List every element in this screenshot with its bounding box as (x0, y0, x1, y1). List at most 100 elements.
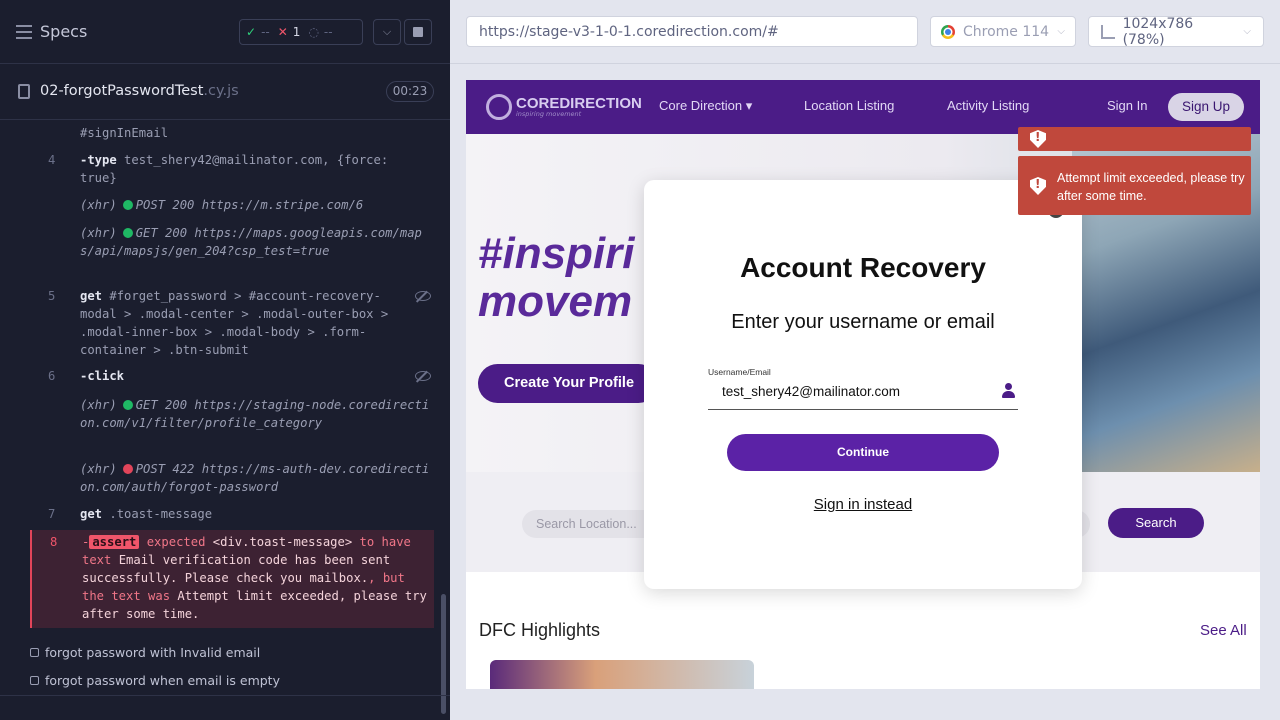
ruler-icon (1101, 24, 1115, 39)
eye-slash-icon (415, 291, 431, 301)
see-all-link[interactable]: See All (1200, 622, 1247, 639)
app-under-test: COREDIRECTION inspiring movement Core Dir… (466, 80, 1260, 689)
nav-location-listing[interactable]: Location Listing (804, 98, 894, 113)
eye-slash-icon (415, 371, 431, 381)
pending-count: -- (323, 25, 333, 39)
pending-icon: ◌ (308, 25, 319, 39)
test-item[interactable]: forgot password with Invalid email (30, 645, 260, 660)
status-dot-icon (122, 228, 133, 238)
browser-selector[interactable]: Chrome 114 ⌵ (930, 16, 1076, 47)
x-icon: ✕ (277, 25, 288, 39)
search-button[interactable]: Search (1108, 508, 1204, 538)
viewport-size: 1024x786 (78%) (1122, 15, 1194, 48)
create-profile-button[interactable]: Create Your Profile (478, 364, 658, 403)
xhr-label: (xhr) (80, 198, 117, 212)
runner-header: Specs ✓ -- ✕ 1 ◌ -- ⌵ (0, 0, 450, 64)
status-dot-icon (122, 200, 133, 210)
browser-name: Chrome 114 (963, 23, 1050, 40)
log-text: - assert expected <div.toast-message> to … (82, 533, 434, 623)
highlight-card[interactable] (490, 660, 754, 689)
xhr-label: (xhr) (80, 398, 117, 412)
check-icon: ✓ (246, 25, 257, 39)
log-line-xhr[interactable]: (xhr) GET 200 https://staging-node.coredi… (30, 396, 434, 450)
aut-url-bar[interactable]: https://stage-v3-1-0-1.coredirection.com… (466, 16, 918, 47)
viewport-selector[interactable]: 1024x786 (78%) ⌵ (1088, 15, 1264, 48)
log-text: -click (80, 367, 432, 385)
specs-title: Specs (40, 22, 88, 41)
modal-subtitle: Enter your username or email (731, 311, 995, 333)
log-line-type[interactable]: 4 -type test_shery42@mailinator.com, {fo… (30, 151, 434, 187)
assert-expected-word: expected (146, 535, 206, 549)
toast-notification[interactable]: Attempt limit exceeded, please try after… (1018, 156, 1251, 215)
log-args: test_shery42@mailinator.com, {force: tru… (80, 153, 389, 185)
log-line-get[interactable]: 5 get #forget_password > #account-recove… (30, 287, 434, 359)
logo-text: COREDIRECTION (516, 94, 642, 112)
hero-title-line1: #inspiri (478, 229, 635, 278)
test-title: forgot password with Invalid email (45, 645, 261, 660)
nav-activity-listing[interactable]: Activity Listing (947, 98, 1029, 113)
collapse-button[interactable]: ⌵ (373, 19, 401, 45)
sign-up-button[interactable]: Sign Up (1168, 93, 1244, 121)
field-label: Username/Email (708, 367, 771, 377)
log-number: 4 (48, 153, 56, 167)
test-item[interactable]: forgot password when email is empty (30, 673, 280, 688)
nav-sign-in[interactable]: Sign In (1107, 98, 1147, 113)
continue-button[interactable]: Continue (727, 434, 999, 471)
user-icon (1002, 383, 1015, 399)
status-dot-icon (122, 464, 133, 474)
log-number: 8 (50, 535, 58, 549)
warning-shield-icon (1030, 130, 1046, 148)
document-icon (18, 84, 30, 99)
xhr-status: GET 200 (135, 226, 188, 240)
log-line-xhr[interactable]: (xhr) GET 200 https://maps.googleapis.com… (30, 224, 434, 278)
xhr-status: POST 422 (135, 462, 195, 476)
stop-button[interactable] (404, 19, 432, 45)
specs-toggle[interactable]: Specs (16, 22, 87, 41)
chevron-down-icon: ⌵ (1243, 26, 1251, 37)
log-number: 5 (48, 289, 56, 303)
test-title: forgot password when email is empty (45, 673, 280, 688)
failed-stat: ✕ 1 (278, 25, 301, 39)
assert-element: <div.toast-message> (212, 535, 353, 549)
test-stats: ✓ -- ✕ 1 ◌ -- (239, 19, 363, 45)
username-email-input[interactable]: test_shery42@mailinator.com (708, 378, 1018, 410)
toast-message: Attempt limit exceeded, please try after… (1057, 171, 1245, 203)
chevron-down-icon: ⌵ (1057, 26, 1065, 37)
xhr-status: GET 200 (135, 398, 188, 412)
passed-stat: ✓ -- (246, 25, 270, 39)
log-text: #signInEmail (80, 124, 432, 142)
toast-notification[interactable] (1018, 127, 1251, 151)
log-selector-tail: #signInEmail (80, 126, 169, 140)
log-text: get .toast-message (80, 505, 432, 523)
log-text: (xhr) GET 200 https://staging-node.coredi… (80, 396, 432, 432)
log-args: .toast-message (109, 507, 213, 521)
nav-core-direction[interactable]: Core Direction ▾ (659, 98, 752, 114)
sign-in-instead-link[interactable]: Sign in instead (644, 496, 1082, 513)
cypress-runner-panel: Specs ✓ -- ✕ 1 ◌ -- ⌵ 02-forgotPasswordTest… (0, 0, 450, 720)
hero-title-line2: movem (478, 277, 633, 326)
logo-icon (486, 94, 512, 120)
log-line-xhr[interactable]: (xhr) POST 422 https://ms-auth-dev.coredi… (30, 460, 434, 496)
command-log[interactable]: #signInEmail 4 -type test_shery42@mailin… (30, 120, 434, 628)
log-text: get #forget_password > #account-recovery… (80, 287, 410, 359)
divider (450, 63, 1280, 64)
hero-title: #inspiri movem (478, 230, 635, 326)
log-text: (xhr) POST 200 https://m.stripe.com/6 (80, 196, 432, 214)
site-logo[interactable]: COREDIRECTION inspiring movement (486, 94, 642, 120)
site-navbar: COREDIRECTION inspiring movement Core Dir… (466, 80, 1260, 134)
spec-file-ext: .cy.js (203, 83, 239, 99)
account-recovery-modal: Account Recovery Enter your username or … (644, 180, 1082, 589)
log-command: get (80, 289, 103, 303)
failed-count: 1 (292, 25, 301, 39)
chevron-down-icon: ⌵ (382, 25, 392, 38)
log-scrollbar[interactable] (441, 594, 446, 714)
warning-shield-icon (1030, 177, 1046, 195)
passed-count: -- (261, 25, 270, 39)
spec-file-header: 02-forgotPasswordTest.cy.js 00:23 (0, 64, 450, 120)
divider (0, 695, 450, 696)
log-line-assert-failed[interactable]: 8 - assert expected <div.toast-message> t… (30, 530, 434, 628)
modal-title: Account Recovery (740, 252, 986, 283)
stop-icon (413, 27, 423, 37)
pending-stat: ◌ -- (308, 25, 332, 39)
spec-file-name[interactable]: 02-forgotPasswordTest.cy.js (40, 83, 239, 99)
